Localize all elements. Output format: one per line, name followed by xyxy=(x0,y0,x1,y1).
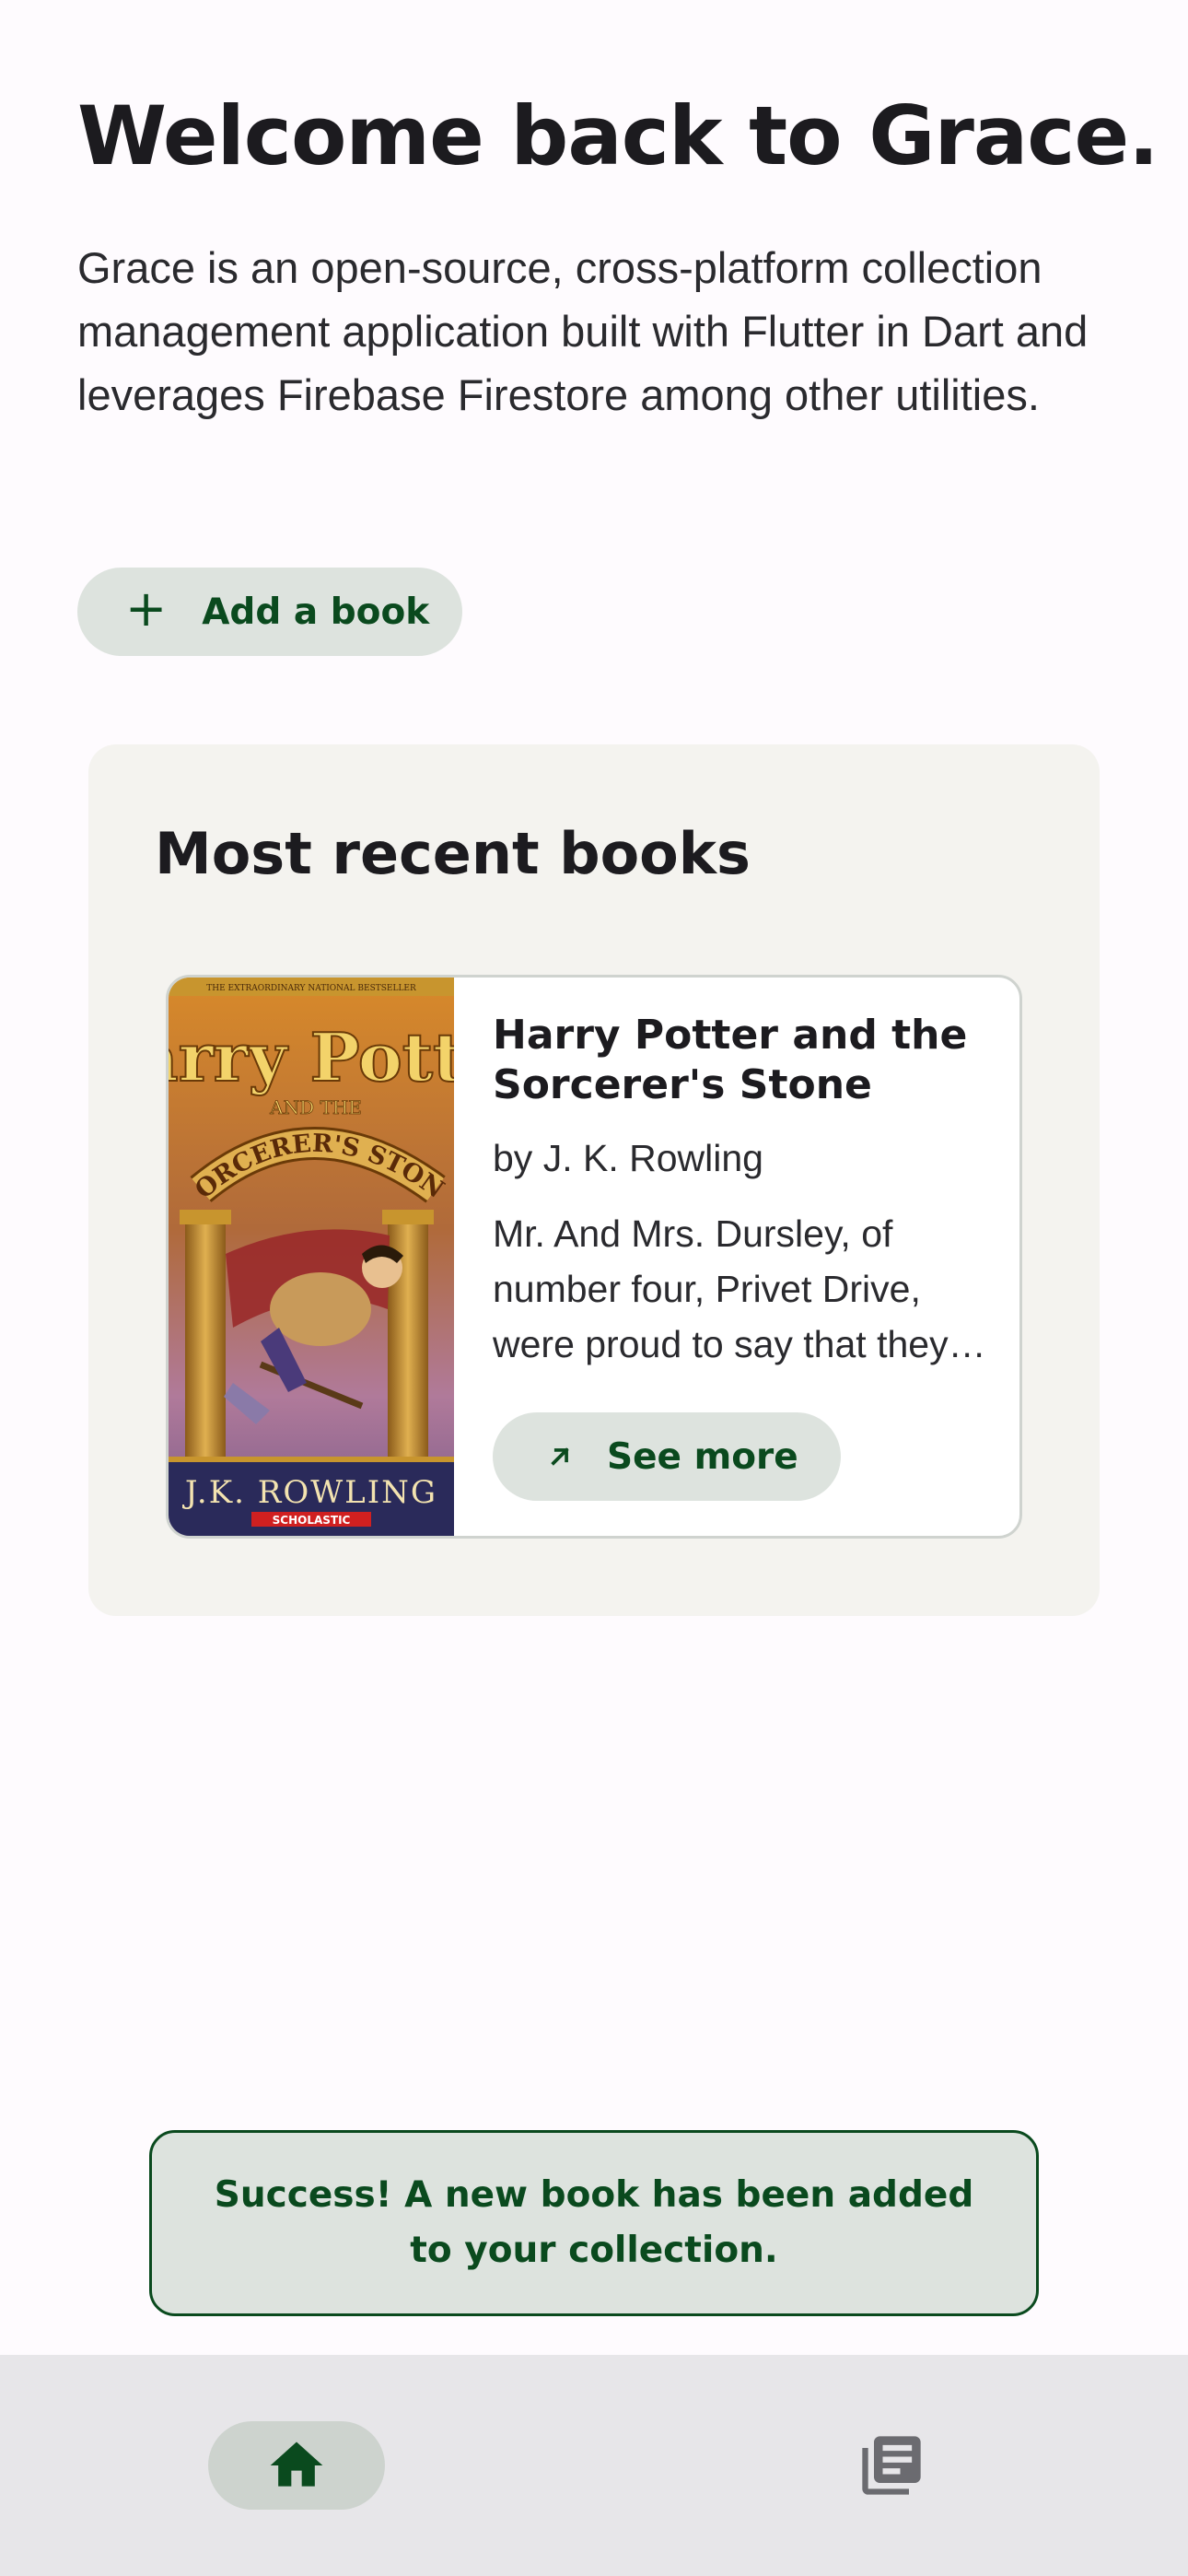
book-author: by J. K. Rowling xyxy=(493,1137,763,1179)
book-card[interactable]: THE EXTRAORDINARY NATIONAL BESTSELLER Ha… xyxy=(166,975,1022,1539)
plus-icon: + xyxy=(125,580,168,638)
book-cover-image: THE EXTRAORDINARY NATIONAL BESTSELLER Ha… xyxy=(169,978,454,1536)
cover-and-the-text: AND THE xyxy=(269,1096,362,1118)
add-book-button[interactable]: + Add a book xyxy=(77,568,462,656)
book-description: Mr. And Mrs. Dursley, of number four, Pr… xyxy=(493,1212,949,1365)
snackbar-message: Success! A new book has been added to yo… xyxy=(214,2174,974,2271)
cover-top-text: THE EXTRAORDINARY NATIONAL BESTSELLER xyxy=(206,984,416,993)
see-more-label: See more xyxy=(607,1435,798,1478)
app-description: Grace is an open-source, cross-platform … xyxy=(77,243,1089,419)
cover-title-text: Harry Potter xyxy=(169,1018,454,1096)
see-more-button[interactable]: See more xyxy=(493,1412,841,1501)
arrow-up-right-icon xyxy=(551,1447,569,1466)
home-icon xyxy=(270,2441,323,2487)
library-books-icon xyxy=(862,2436,921,2495)
add-book-label: Add a book xyxy=(202,591,430,633)
cover-author-text: J.K. ROWLING xyxy=(182,1474,437,1511)
bottom-navigation-bar xyxy=(0,2355,1188,2576)
cover-publisher-text: SCHOLASTIC xyxy=(273,1514,351,1527)
success-snackbar: Success! A new book has been added to yo… xyxy=(149,2130,1039,2316)
nav-home-button[interactable] xyxy=(208,2421,385,2510)
book-title: Harry Potter and the Sorcerer's Stone xyxy=(493,1012,968,1108)
recent-books-title: Most recent books xyxy=(155,820,751,887)
nav-library-button[interactable] xyxy=(845,2421,938,2510)
page-title: Welcome back to Grace. xyxy=(77,88,1159,183)
